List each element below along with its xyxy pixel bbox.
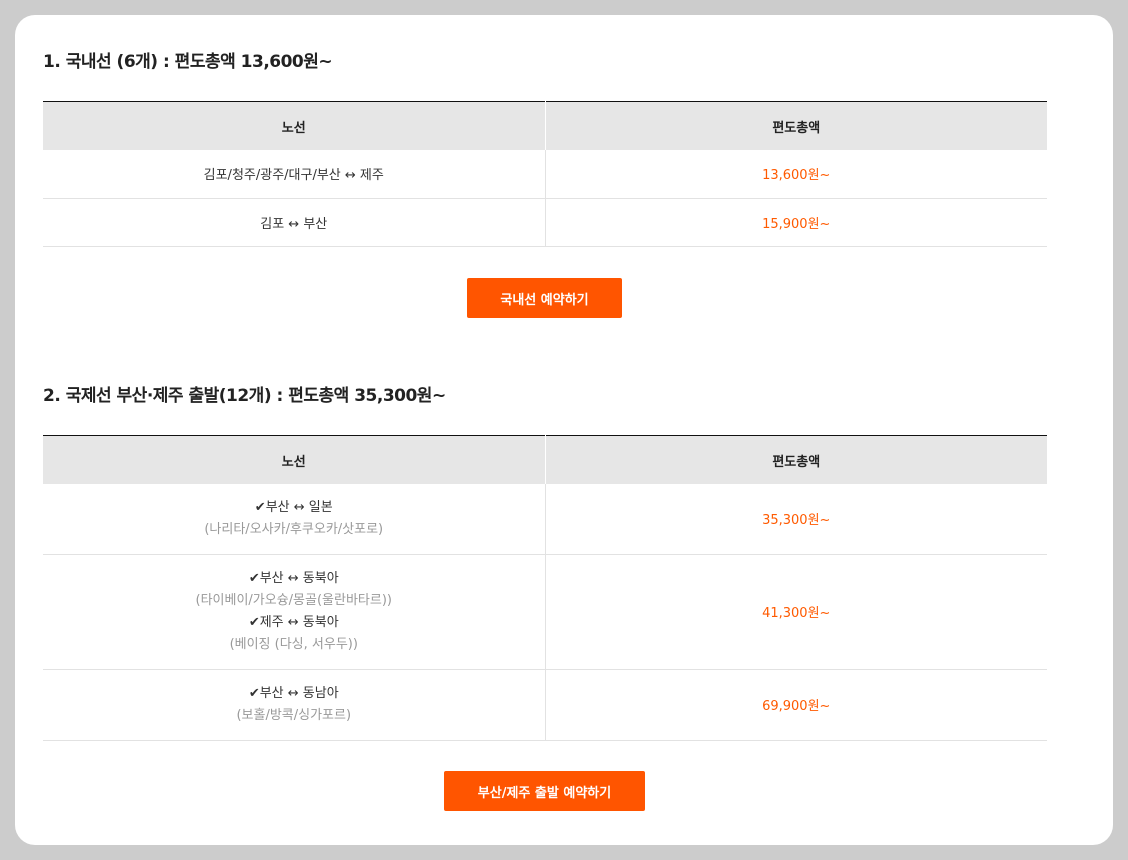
check-icon: ✔ [248,614,260,630]
route-name: 부산 ↔ 일본 [265,499,333,515]
price-cell: 13,600원~ [545,150,1047,199]
route-line: ✔부산 ↔ 동북아 [43,568,545,590]
check-icon: ✔ [248,570,260,586]
table-row: 김포 ↔ 부산 15,900원~ [43,198,1047,247]
price-cell: 41,300원~ [545,554,1047,670]
check-icon: ✔ [248,685,260,701]
route-destinations: (보홀/방콕/싱가포르) [236,707,352,723]
route-column-header: 노선 [43,435,546,484]
route-cell: ✔부산 ↔ 동북아 (타이베이/가오슝/몽골(울란바타르)) ✔제주 ↔ 동북아… [43,554,546,670]
check-icon: ✔ [254,499,266,515]
domestic-book-button[interactable]: 국내선 예약하기 [467,278,622,318]
route-name: 부산 ↔ 동북아 [259,570,339,586]
route-line: ✔부산 ↔ 일본 [43,497,545,519]
domestic-fare-table: 노선 편도총액 김포/청주/광주/대구/부산 ↔ 제주 13,600원~ 김포 … [43,101,1047,247]
table-row: ✔부산 ↔ 일본 (나리타/오사카/후쿠오카/삿포로) 35,300원~ [43,484,1047,555]
route-cell: 김포 ↔ 부산 [43,198,546,247]
table-row: ✔부산 ↔ 동북아 (타이베이/가오슝/몽골(울란바타르)) ✔제주 ↔ 동북아… [43,554,1047,670]
table-header-row: 노선 편도총액 [43,101,1047,150]
price-cell: 35,300원~ [545,484,1047,555]
price-cell: 69,900원~ [545,669,1047,741]
table-row: 김포/청주/광주/대구/부산 ↔ 제주 13,600원~ [43,150,1047,199]
route-cell: 김포/청주/광주/대구/부산 ↔ 제주 [43,150,546,199]
route-line: ✔부산 ↔ 동남아 [43,683,545,705]
table-row: ✔부산 ↔ 동남아 (보홀/방콕/싱가포르) 69,900원~ [43,669,1047,741]
table-header-row: 노선 편도총액 [43,435,1047,484]
fare-column-header: 편도총액 [545,101,1047,150]
route-cell: ✔부산 ↔ 동남아 (보홀/방콕/싱가포르) [43,669,546,741]
route-name: 부산 ↔ 동남아 [259,685,339,701]
international-fare-table: 노선 편도총액 ✔부산 ↔ 일본 (나리타/오사카/후쿠오카/삿포로) 35,3… [43,435,1047,741]
route-name: 제주 ↔ 동북아 [259,614,339,630]
route-destinations: (베이징 (다싱, 서우두)) [229,636,358,652]
route-cell: ✔부산 ↔ 일본 (나리타/오사카/후쿠오카/삿포로) [43,484,546,555]
route-line: ✔제주 ↔ 동북아 [43,612,545,634]
domestic-section-title: 1. 국내선 (6개) : 편도총액 13,600원~ [43,52,333,72]
route-column-header: 노선 [43,101,546,150]
fare-column-header: 편도총액 [545,435,1047,484]
international-book-button[interactable]: 부산/제주 출발 예약하기 [444,771,645,811]
route-destinations: (타이베이/가오슝/몽골(울란바타르)) [195,592,393,608]
route-destinations: (나리타/오사카/후쿠오카/삿포로) [204,521,384,537]
fare-card: 1. 국내선 (6개) : 편도총액 13,600원~ 노선 편도총액 김포/청… [15,15,1113,845]
price-cell: 15,900원~ [545,198,1047,247]
international-section-title: 2. 국제선 부산·제주 출발(12개) : 편도총액 35,300원~ [43,386,446,406]
